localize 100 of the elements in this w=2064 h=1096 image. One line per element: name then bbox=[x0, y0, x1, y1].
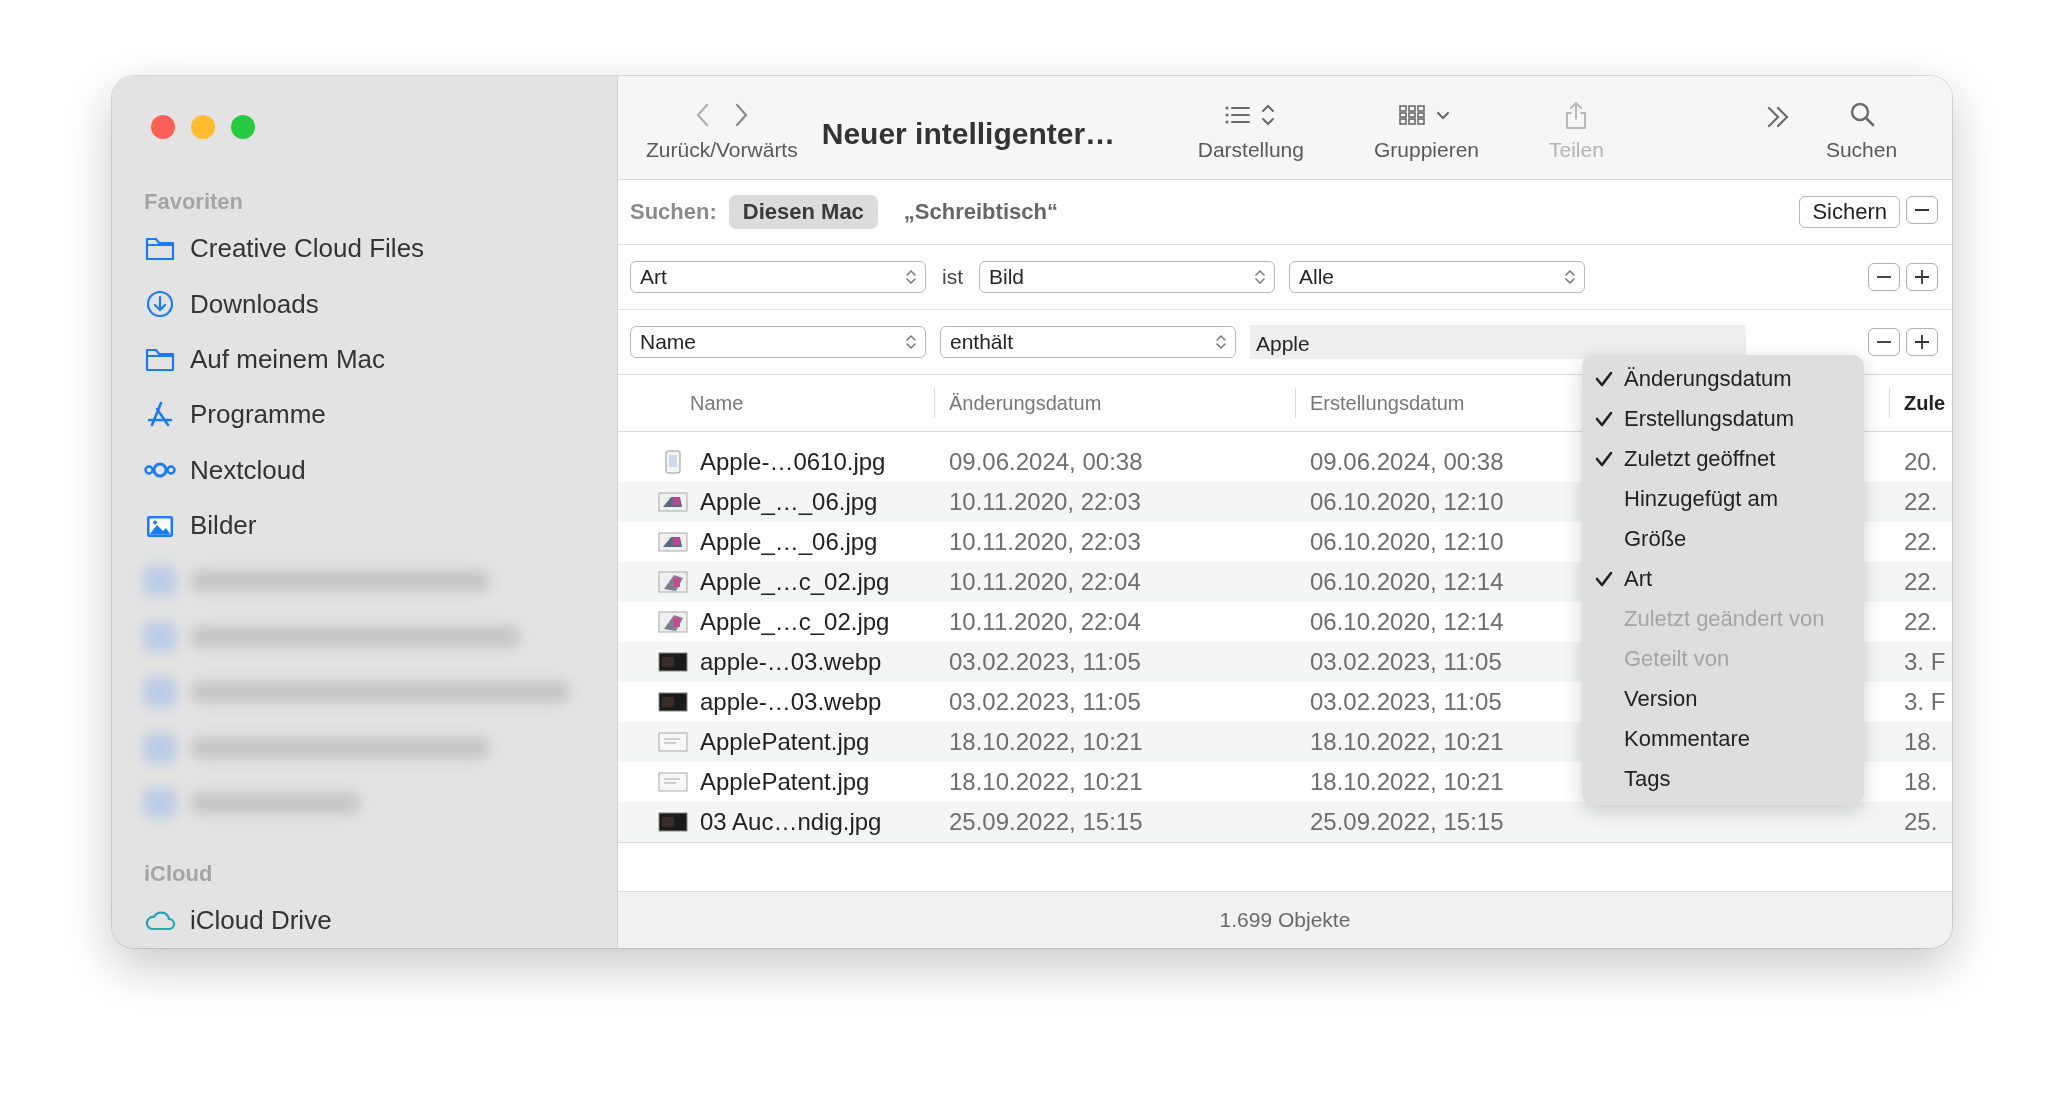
menu-item[interactable]: Tags bbox=[1582, 759, 1864, 799]
toolbar-label: Zurück/Vorwärts bbox=[646, 138, 798, 162]
popup-button[interactable]: enthält bbox=[940, 326, 1236, 358]
toolbar-label: Teilen bbox=[1549, 138, 1604, 162]
table-cell-text: 25. bbox=[1903, 808, 1939, 836]
dark-image-icon bbox=[658, 810, 688, 834]
popup-button[interactable]: Alle bbox=[1289, 261, 1585, 293]
menu-item[interactable]: Kommentare bbox=[1582, 719, 1864, 759]
column-header[interactable]: Änderungsdatum bbox=[934, 388, 1295, 418]
popup-button[interactable]: Art bbox=[630, 261, 926, 293]
menu-item[interactable]: Art bbox=[1582, 559, 1864, 599]
add-button[interactable] bbox=[1906, 263, 1938, 291]
tablet-icon bbox=[658, 610, 688, 634]
file-name: Apple_…_06.jpg bbox=[700, 488, 878, 516]
table-cell-text: 06.10.2020, 12:14 bbox=[1309, 568, 1505, 596]
column-header[interactable]: Name bbox=[618, 388, 934, 418]
plus-icon bbox=[1915, 335, 1929, 349]
file-name: ApplePatent.jpg bbox=[700, 768, 870, 796]
table-cell-text: 09.06.2024, 00:38 bbox=[948, 448, 1144, 476]
input-field[interactable]: Apple bbox=[1250, 325, 1746, 359]
minus-icon bbox=[1877, 275, 1891, 279]
table-cell-text: 18.10.2022, 10:21 bbox=[948, 728, 1144, 756]
table-cell-text: 18.10.2022, 10:21 bbox=[948, 768, 1144, 796]
toolbar-label: Gruppieren bbox=[1373, 138, 1479, 162]
remove-button[interactable] bbox=[1868, 328, 1900, 356]
toolbar-label: Darstellung bbox=[1197, 138, 1304, 162]
table-cell-text: 22. bbox=[1903, 528, 1939, 556]
file-name: 03 Auc…ndig.jpg bbox=[700, 808, 882, 836]
table-cell-text: 03.02.2023, 11:05 bbox=[1309, 648, 1503, 676]
table-cell-text: 20. bbox=[1903, 448, 1939, 476]
table-cell-text: 10.11.2020, 22:03 bbox=[948, 488, 1142, 516]
save-button[interactable]: Sichern bbox=[1799, 196, 1900, 228]
laptop-icon bbox=[658, 530, 688, 554]
table-cell-text: 06.10.2020, 12:10 bbox=[1309, 528, 1505, 556]
table-cell-text: 06.10.2020, 12:14 bbox=[1309, 608, 1505, 636]
table-cell-text: 18. bbox=[1903, 728, 1939, 756]
sidebar-item[interactable]: Bilder bbox=[144, 498, 617, 554]
sidebar-item[interactable]: Auf meinem Mac bbox=[144, 331, 617, 388]
popup-button[interactable]: Name bbox=[630, 326, 926, 358]
up-down-chevron-icon bbox=[905, 332, 917, 352]
table-cell-text: 22. bbox=[1903, 608, 1939, 636]
section-heading: iCloud bbox=[144, 860, 214, 887]
column-header[interactable]: Zule bbox=[1889, 388, 1952, 418]
file-name: Apple-…0610.jpg bbox=[700, 448, 886, 476]
sidebar-item[interactable]: iCloud Drive bbox=[144, 892, 617, 948]
sidebar-item[interactable]: Creative Cloud Files bbox=[144, 221, 617, 277]
menu-item[interactable]: Version bbox=[1582, 679, 1864, 719]
sidebar-item[interactable]: Downloads bbox=[144, 276, 617, 332]
table-cell-text: 25.09.2022, 15:15 bbox=[1309, 808, 1505, 836]
minus-icon bbox=[1915, 208, 1929, 212]
remove-button[interactable] bbox=[1906, 196, 1938, 224]
table-cell-text: 09.06.2024, 00:38 bbox=[1309, 448, 1505, 476]
tablet-icon bbox=[658, 570, 688, 594]
remove-button[interactable] bbox=[1868, 263, 1900, 291]
table-cell-text: 3. F bbox=[1903, 688, 1947, 716]
table-cell-text: 18. bbox=[1903, 768, 1939, 796]
dark-image-icon bbox=[658, 650, 688, 674]
toolbar-label: Suchen bbox=[1825, 138, 1898, 162]
table-cell-text: 06.10.2020, 12:10 bbox=[1309, 488, 1505, 516]
section-heading: Favoriten bbox=[144, 189, 245, 215]
table-cell-text: 03.02.2023, 11:05 bbox=[948, 688, 1142, 716]
plus-icon bbox=[1915, 270, 1929, 284]
menu-item: Geteilt von bbox=[1623, 645, 1731, 673]
scope-button[interactable]: „Schreibtisch“ bbox=[889, 195, 1072, 229]
item-count: 1.699 Objekte bbox=[1219, 908, 1351, 932]
search-label: Suchen: bbox=[630, 199, 717, 225]
document-image-icon bbox=[658, 730, 688, 754]
table-cell-text: 22. bbox=[1903, 568, 1939, 596]
up-down-chevron-icon bbox=[905, 267, 917, 287]
menu-item[interactable]: Änderungsdatum bbox=[1582, 359, 1864, 399]
table-cell-text: 18.10.2022, 10:21 bbox=[1309, 728, 1505, 756]
dark-image-icon bbox=[658, 690, 688, 714]
document-image-icon bbox=[658, 770, 688, 794]
table-cell-text: 3. F bbox=[1903, 648, 1947, 676]
file-name: Apple_…c_02.jpg bbox=[700, 608, 890, 636]
scope-button[interactable]: Diesen Mac bbox=[728, 195, 878, 229]
sidebar-item[interactable]: Programme bbox=[144, 387, 617, 443]
menu-item[interactable]: Erstellungsdatum bbox=[1582, 399, 1864, 439]
file-name: apple-…03.webp bbox=[700, 688, 882, 716]
table-cell-text: 10.11.2020, 22:03 bbox=[948, 528, 1142, 556]
menu-item: Zuletzt geändert von bbox=[1623, 605, 1826, 633]
table-cell-text: 03.02.2023, 11:05 bbox=[1309, 688, 1503, 716]
add-button[interactable] bbox=[1906, 328, 1938, 356]
up-down-chevron-icon bbox=[1215, 332, 1227, 352]
table-cell-text: 10.11.2020, 22:04 bbox=[948, 568, 1142, 596]
file-name: Apple_…_06.jpg bbox=[700, 528, 878, 556]
minus-icon bbox=[1877, 340, 1891, 344]
file-name: apple-…03.webp bbox=[700, 648, 882, 676]
popup-button[interactable]: Bild bbox=[979, 261, 1275, 293]
menu-item[interactable]: Zuletzt geöffnet bbox=[1582, 439, 1864, 479]
window-title: Neuer intelligenter… bbox=[821, 117, 1117, 151]
criteria-label: ist bbox=[941, 265, 964, 289]
up-down-chevron-icon bbox=[1254, 267, 1266, 287]
laptop-icon bbox=[658, 490, 688, 514]
column-header[interactable]: Erstellungsdatum bbox=[1295, 388, 1579, 418]
sidebar-item[interactable]: Nextcloud bbox=[144, 442, 617, 499]
menu-item[interactable]: Hinzugefügt am bbox=[1582, 479, 1864, 519]
menu-item[interactable]: Größe bbox=[1582, 519, 1864, 559]
table-cell-text: 25.09.2022, 15:15 bbox=[948, 808, 1144, 836]
table-cell-text: 03.02.2023, 11:05 bbox=[948, 648, 1142, 676]
